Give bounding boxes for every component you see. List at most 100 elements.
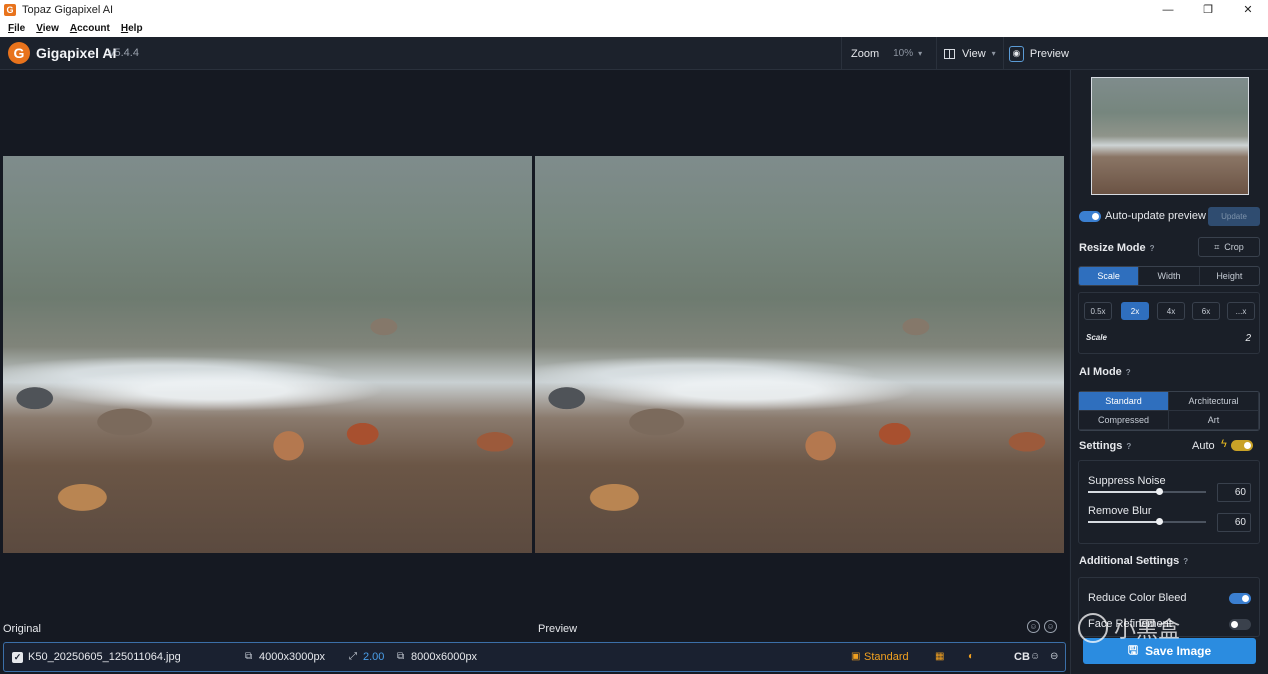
additional-settings-label: Additional Settings? <box>1079 555 1188 567</box>
window-title-bar: G Topaz Gigapixel AI — ❐ ✕ <box>0 0 1268 19</box>
menu-help[interactable]: Help <box>121 23 143 34</box>
settings-text: Settings <box>1079 440 1123 452</box>
minimize-icon[interactable]: — <box>1148 0 1188 19</box>
auto-update-label: Auto-update preview <box>1105 210 1206 222</box>
slider-knob[interactable] <box>1155 488 1163 495</box>
menu-account[interactable]: Account <box>70 23 110 34</box>
preview-button[interactable]: ◉ Preview <box>1003 37 1069 70</box>
suppress-noise-label: Suppress Noise <box>1088 475 1166 487</box>
ai-mode-architectural[interactable]: Architectural <box>1169 392 1259 411</box>
update-button[interactable]: Update <box>1208 207 1260 226</box>
settings-label: Settings? <box>1079 440 1131 452</box>
face-icon: ☺ <box>1030 651 1041 662</box>
scale-chip-2x[interactable]: 2x <box>1121 302 1149 320</box>
scale-panel: 0.5x 2x 4x 6x ...x Scale 2 <box>1078 292 1260 354</box>
lightning-icon: ϟ <box>1221 438 1227 450</box>
view-dropdown[interactable]: View ▾ <box>936 37 1002 70</box>
input-size-icon: ⧉ <box>245 651 253 662</box>
face-settings-icon[interactable]: ☺ <box>1044 620 1057 633</box>
app-name: Gigapixel AI <box>36 45 117 61</box>
remove-file-icon[interactable]: ⊖ <box>1050 651 1058 662</box>
image-canvas[interactable]: Original Preview ☺ ☺ <box>0 70 1069 641</box>
window-controls: — ❐ ✕ <box>1148 0 1268 19</box>
original-label: Original <box>3 623 41 635</box>
settings-panel: Suppress Noise 60 Remove Blur 60 <box>1078 460 1260 544</box>
view-label: View <box>962 47 986 60</box>
tab-height[interactable]: Height <box>1200 267 1259 285</box>
help-icon[interactable]: ? <box>1150 244 1155 253</box>
save-label: Save Image <box>1145 644 1212 658</box>
resize-mode-tabs: Scale Width Height <box>1078 266 1260 286</box>
zoom-dropdown[interactable]: Zoom 10% ▾ <box>841 37 930 70</box>
preview-image[interactable] <box>535 156 1064 553</box>
scale-value-display: 2 <box>1245 333 1251 344</box>
suppress-noise-slider[interactable] <box>1088 488 1206 495</box>
maximize-icon[interactable]: ❐ <box>1188 0 1228 19</box>
scale-chip-6x[interactable]: 6x <box>1192 302 1220 320</box>
color-bleed-label: CB <box>1014 651 1030 663</box>
ai-mode-label: AI Mode? <box>1079 366 1131 378</box>
zoom-value: 10% <box>893 48 914 59</box>
help-icon[interactable]: ? <box>1126 442 1131 451</box>
window-title: Topaz Gigapixel AI <box>22 3 114 16</box>
remove-blur-slider[interactable] <box>1088 518 1206 525</box>
auto-label: Auto <box>1192 440 1215 452</box>
watermark-text: 小黑盒 <box>1114 617 1181 642</box>
ai-mode-grid: Standard Architectural Compressed Art <box>1078 391 1260 431</box>
remove-blur-input[interactable]: 60 <box>1217 513 1251 532</box>
chevron-down-icon: ▾ <box>991 49 996 58</box>
scale-chip-4x[interactable]: 4x <box>1157 302 1185 320</box>
eye-icon: ◉ <box>1009 45 1024 62</box>
file-name: K50_20250605_125011064.jpg <box>28 651 181 663</box>
face-refinement-toggle[interactable] <box>1229 619 1251 630</box>
settings-sidebar: Auto-update preview Update Resize Mode? … <box>1070 70 1268 674</box>
preview-pane-label: Preview <box>538 623 578 635</box>
additional-settings-text: Additional Settings <box>1079 555 1180 567</box>
scale-value: 2.00 <box>363 651 385 663</box>
chevron-down-icon: ▾ <box>918 49 923 58</box>
output-size-icon: ⧉ <box>397 651 405 662</box>
model-name[interactable]: Standard <box>864 651 909 663</box>
scale-chip-custom[interactable]: ...x <box>1227 302 1255 320</box>
reduce-color-bleed-toggle[interactable] <box>1229 593 1251 604</box>
slider-fill <box>1088 491 1159 493</box>
scale-icon: ⤢ <box>349 651 357 662</box>
file-row[interactable]: ✓ K50_20250605_125011064.jpg ⧉ 4000x3000… <box>3 642 1066 672</box>
close-icon[interactable]: ✕ <box>1228 0 1268 19</box>
menu-file[interactable]: File <box>8 23 25 34</box>
face-icons: ☺ ☺ <box>1027 620 1057 633</box>
menu-bar: File View Account Help <box>0 19 1268 37</box>
menu-view[interactable]: View <box>36 23 59 34</box>
noise-icon: ▦ <box>935 651 945 662</box>
tab-scale[interactable]: Scale <box>1079 267 1140 285</box>
app-icon: G <box>4 3 16 16</box>
output-size: 8000x6000px <box>411 651 478 663</box>
crop-button[interactable]: ⌗ Crop <box>1198 237 1260 257</box>
preview-label: Preview <box>1029 47 1069 60</box>
ai-mode-compressed[interactable]: Compressed <box>1079 411 1169 430</box>
blur-icon: ◐ <box>968 651 975 662</box>
resize-mode-label: Resize Mode? <box>1079 242 1155 254</box>
face-detect-icon[interactable]: ☺ <box>1027 620 1040 633</box>
scale-chip-0.5x[interactable]: 0.5x <box>1084 302 1112 320</box>
navigator-thumbnail[interactable] <box>1091 77 1249 195</box>
help-icon[interactable]: ? <box>1126 368 1131 377</box>
ai-mode-art[interactable]: Art <box>1169 411 1259 430</box>
ai-mode-standard[interactable]: Standard <box>1079 392 1169 411</box>
original-image[interactable] <box>3 156 532 553</box>
help-icon[interactable]: ? <box>1183 557 1188 566</box>
suppress-noise-input[interactable]: 60 <box>1217 483 1251 502</box>
remove-blur-label: Remove Blur <box>1088 505 1152 517</box>
auto-update-toggle[interactable] <box>1079 211 1101 222</box>
slider-fill <box>1088 521 1159 523</box>
model-icon: ▣ <box>851 651 861 662</box>
file-checkbox[interactable]: ✓ <box>12 652 23 663</box>
tab-width[interactable]: Width <box>1139 267 1200 285</box>
watermark-icon <box>1078 613 1108 643</box>
resize-mode-text: Resize Mode <box>1079 242 1146 254</box>
auto-settings-toggle[interactable] <box>1231 440 1253 451</box>
split-view-icon <box>944 48 955 59</box>
ai-mode-text: AI Mode <box>1079 366 1122 378</box>
slider-knob[interactable] <box>1155 518 1163 525</box>
crop-label: Crop <box>1224 242 1244 252</box>
